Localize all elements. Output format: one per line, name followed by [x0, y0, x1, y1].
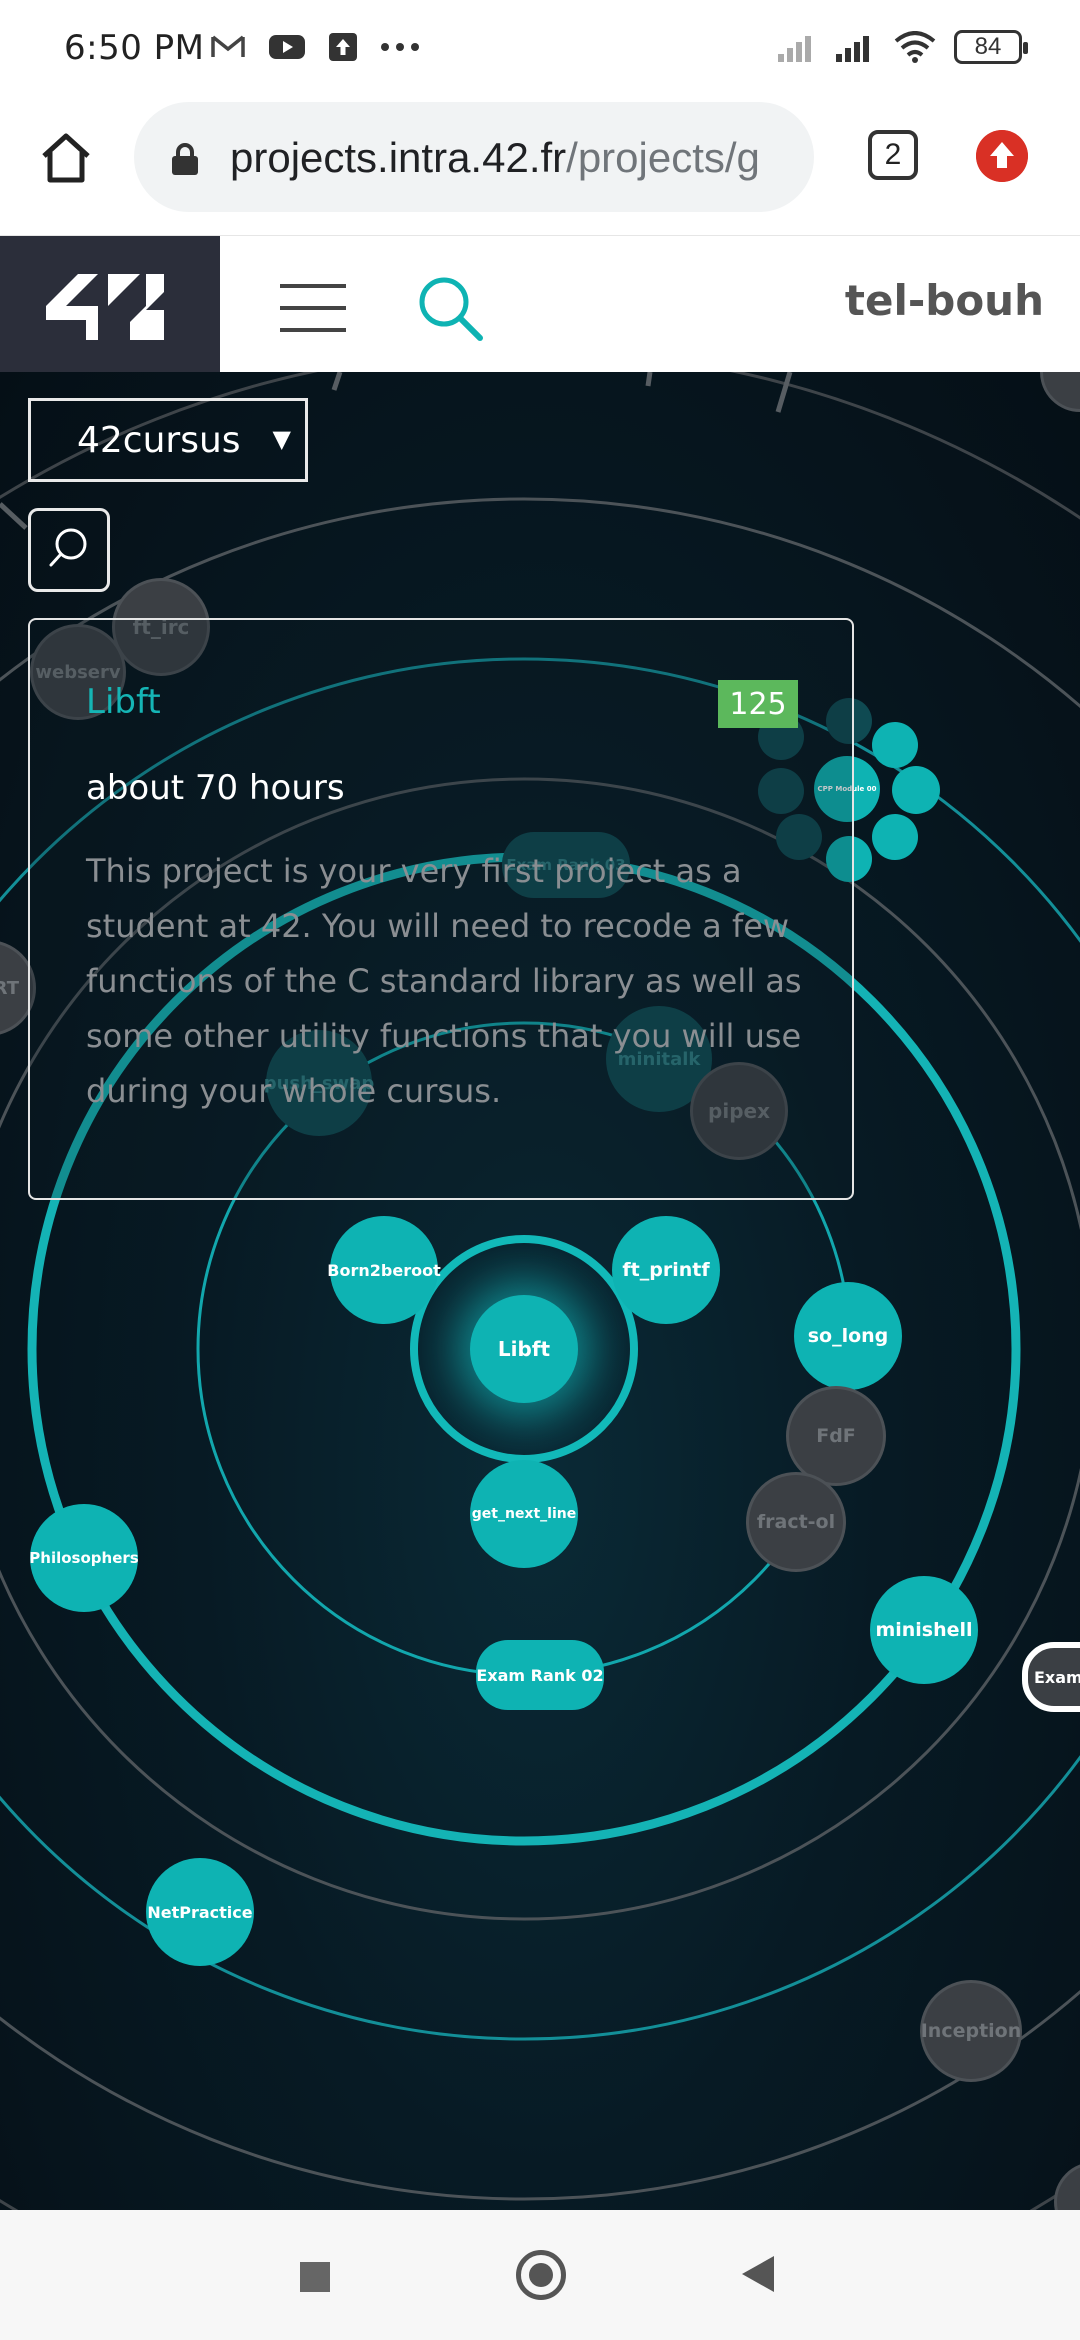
card-title[interactable]: Libft [86, 682, 161, 722]
cpp-module-node[interactable] [872, 814, 918, 860]
logo-42[interactable] [0, 236, 220, 372]
minishell-label: minishell [875, 1619, 973, 1641]
rt-label: RT [0, 977, 19, 999]
back-icon[interactable] [742, 2256, 774, 2292]
fdf-node[interactable]: FdF [786, 1386, 886, 1486]
project-info-card: Libft 125 about 70 hours This project is… [28, 618, 854, 1200]
status-bar: 6:50 PM 84 [0, 0, 1080, 96]
tab-count: 2 [884, 138, 902, 171]
upload-icon [329, 33, 357, 61]
netpractice-label: NetPractice [147, 1902, 253, 1922]
card-duration: about 70 hours [86, 768, 345, 808]
minishell-node[interactable]: minishell [870, 1576, 978, 1684]
inception-label: Inception [920, 2020, 1022, 2042]
notification-icons [210, 32, 420, 62]
born2beroot-label: Born2beroot [327, 1260, 441, 1280]
home-nav-icon[interactable] [516, 2250, 566, 2300]
map-search-button[interactable] [28, 508, 110, 592]
status-time: 6:50 PM [64, 28, 205, 68]
exam-rank-02-label: Exam Rank 02 [476, 1665, 604, 1685]
battery-level: 84 [974, 33, 1002, 60]
inception-node[interactable]: Inception [920, 1980, 1022, 2082]
tab-switcher-button[interactable]: 2 [868, 130, 918, 180]
gmail-icon [211, 35, 245, 57]
url-host: projects.intra.42.fr [230, 134, 567, 181]
cursus-select-value: 42cursus [77, 419, 241, 461]
search-icon[interactable] [416, 274, 486, 344]
more-dots-icon [381, 43, 419, 51]
youtube-icon [269, 35, 305, 59]
libft-label: Libft [497, 1337, 551, 1361]
fract-ol-label: fract-ol [756, 1511, 836, 1533]
recents-icon[interactable] [300, 2262, 330, 2292]
philosophers-label: Philosophers [29, 1549, 139, 1567]
cpp-module-node[interactable] [872, 722, 918, 768]
get-next-line-node[interactable]: get_next_line [470, 1460, 578, 1568]
philosophers-node[interactable]: Philosophers [29, 1504, 139, 1612]
fract-ol-node[interactable]: fract-ol [746, 1472, 846, 1572]
libft-node[interactable]: Libft [470, 1295, 578, 1403]
xp-badge: 125 [718, 680, 798, 728]
home-icon[interactable] [38, 130, 94, 186]
so-long-node[interactable]: so_long [794, 1282, 902, 1390]
so-long-label: so_long [807, 1325, 889, 1347]
update-icon[interactable] [976, 130, 1028, 182]
url-text: projects.intra.42.fr/projects/g [230, 134, 760, 182]
ft-printf-label: ft_printf [622, 1259, 710, 1281]
hamburger-menu-icon[interactable] [280, 284, 346, 332]
wifi-icon [894, 31, 936, 63]
netpractice-node[interactable]: NetPractice [146, 1858, 254, 1966]
exam-rank-02-node[interactable]: Exam Rank 02 [476, 1640, 604, 1710]
card-description: This project is your very first project … [86, 852, 802, 1110]
dropdown-caret-icon: ▼ [272, 425, 291, 453]
signal-icon [836, 36, 869, 62]
battery-icon: 84 [954, 30, 1028, 64]
born2beroot-node[interactable]: Born2beroot [327, 1216, 441, 1324]
browser-toolbar: projects.intra.42.fr/projects/g 2 [0, 96, 1080, 236]
address-bar[interactable]: projects.intra.42.fr/projects/g [134, 102, 814, 212]
fdf-label: FdF [816, 1425, 856, 1447]
42-logo-icon [46, 274, 164, 340]
site-header: tel-bouh [0, 236, 1080, 372]
system-nav-bar [0, 2210, 1080, 2340]
search-icon [49, 528, 87, 567]
exam-node[interactable]: Exam [1022, 1642, 1080, 1712]
url-path: /projects/g [566, 134, 760, 181]
signal-icon [778, 36, 811, 62]
exam-label: Exam [1034, 1667, 1080, 1687]
ft-printf-node[interactable]: ft_printf [612, 1216, 720, 1324]
lock-icon [172, 143, 198, 175]
cpp-module-node[interactable] [892, 766, 940, 814]
get-next-line-label: get_next_line [471, 1506, 577, 1522]
system-icons: 84 [778, 30, 1028, 64]
username[interactable]: tel-bouh [845, 276, 1044, 325]
cursus-select[interactable]: 42cursus ▼ [28, 398, 308, 482]
